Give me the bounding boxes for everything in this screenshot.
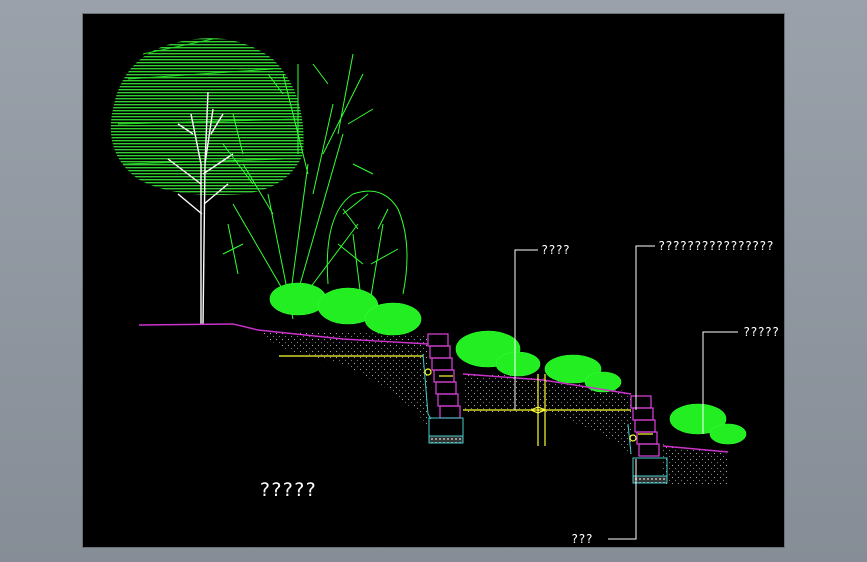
label-top-left: ???? bbox=[541, 243, 570, 257]
label-top-right: ???????????????? bbox=[658, 239, 774, 253]
ground-line bbox=[138, 323, 729, 453]
section-drawing: ???? ???????????????? ????? ??? ????? bbox=[110, 38, 779, 546]
label-right: ????? bbox=[743, 325, 779, 339]
drawing-title: ????? bbox=[259, 479, 316, 501]
retaining-wall-lower bbox=[630, 395, 660, 457]
cad-drawing-viewport[interactable]: ???? ???????????????? ????? ??? ????? bbox=[82, 13, 785, 548]
label-bottom: ??? bbox=[571, 532, 593, 546]
